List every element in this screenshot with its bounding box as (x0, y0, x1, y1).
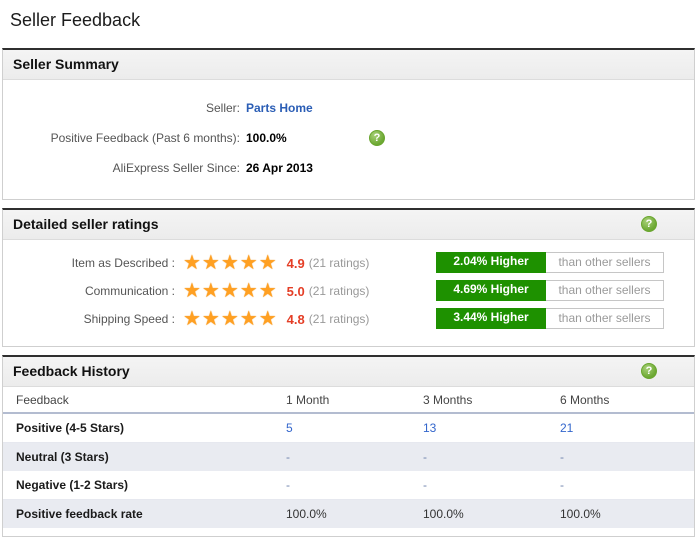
positive-count-1month-link[interactable]: 5 (286, 421, 293, 435)
detailed-ratings-header: Detailed seller ratings ? (3, 210, 694, 240)
badge-suffix: than other sellers (546, 309, 663, 328)
column-header-3-months: 3 Months (410, 387, 547, 414)
seller-summary-section: Seller Summary Seller: Parts Home Positi… (2, 48, 695, 200)
positive-feedback-value: 100.0% (246, 131, 287, 145)
positive-feedback-label: Positive Feedback (Past 6 months): (50, 131, 240, 145)
seller-feedback-page: Seller Feedback Seller Summary Seller: P… (0, 0, 698, 537)
neutral-count-1month: - (286, 450, 290, 464)
feedback-history-section: Feedback History ? Feedback 1 Month 3 Mo… (2, 355, 695, 537)
feedback-history-table: Feedback 1 Month 3 Months 6 Months Posit… (3, 387, 694, 528)
seller-summary-title: Seller Summary (13, 56, 119, 72)
column-header-feedback: Feedback (3, 387, 273, 414)
table-row-positive-rate: Positive feedback rate 100.0% 100.0% 100… (3, 499, 694, 528)
help-icon[interactable]: ? (369, 130, 385, 146)
summary-row-seller-since: AliExpress Seller Since: 26 Apr 2013 (3, 153, 694, 183)
rating-count: (21 ratings) (308, 312, 370, 326)
positive-rate-1month: 100.0% (286, 507, 327, 521)
positive-rate-3months: 100.0% (423, 507, 464, 521)
positive-count-3months-link[interactable]: 13 (423, 421, 436, 435)
positive-rate-6months: 100.0% (560, 507, 601, 521)
comparison-badge: 3.44% Higher than other sellers (436, 308, 664, 329)
star-rating-icon: ★★★★★ (183, 252, 278, 274)
seller-summary-header: Seller Summary (3, 50, 694, 80)
badge-percent-higher: 4.69% Higher (436, 280, 546, 301)
detailed-ratings-body: Item as Described : ★★★★★ 4.9 (21 rating… (3, 240, 694, 346)
row-label: Positive (4-5 Stars) (3, 413, 273, 443)
star-rating-icon: ★★★★★ (183, 308, 278, 330)
column-header-6-months: 6 Months (547, 387, 694, 414)
detailed-ratings-section: Detailed seller ratings ? Item as Descri… (2, 208, 695, 347)
star-rating-icon: ★★★★★ (183, 280, 278, 302)
summary-row-positive-feedback: Positive Feedback (Past 6 months): 100.0… (3, 123, 694, 153)
badge-suffix: than other sellers (546, 281, 663, 300)
rating-score: 4.9 (286, 255, 305, 271)
neutral-count-3months: - (423, 450, 427, 464)
row-label: Positive feedback rate (3, 499, 273, 528)
negative-count-1month: - (286, 478, 290, 492)
seller-name-link[interactable]: Parts Home (246, 101, 313, 115)
table-row-negative: Negative (1-2 Stars) - - - (3, 471, 694, 500)
comparison-badge: 4.69% Higher than other sellers (436, 280, 664, 301)
column-header-1-month: 1 Month (273, 387, 410, 414)
negative-count-3months: - (423, 478, 427, 492)
seller-label: Seller: (205, 101, 240, 115)
rating-row-communication: Communication : ★★★★★ 5.0 (21 ratings) 4… (3, 277, 694, 305)
badge-percent-higher: 2.04% Higher (436, 252, 546, 273)
table-row-positive: Positive (4-5 Stars) 5 13 21 (3, 413, 694, 443)
rating-row-item-as-described: Item as Described : ★★★★★ 4.9 (21 rating… (3, 249, 694, 277)
feedback-history-body: Feedback 1 Month 3 Months 6 Months Posit… (3, 387, 694, 536)
badge-suffix: than other sellers (546, 253, 663, 272)
row-label: Negative (1-2 Stars) (3, 471, 273, 500)
table-row-neutral: Neutral (3 Stars) - - - (3, 442, 694, 471)
seller-summary-body: Seller: Parts Home Positive Feedback (Pa… (3, 80, 694, 199)
rating-label: Shipping Speed : (83, 312, 175, 326)
rating-count: (21 ratings) (308, 256, 370, 270)
neutral-count-6months: - (560, 450, 564, 464)
help-icon[interactable]: ? (641, 216, 657, 232)
feedback-history-header: Feedback History ? (3, 357, 694, 387)
feedback-history-title: Feedback History (13, 363, 130, 379)
rating-label: Item as Described : (71, 256, 175, 270)
row-label: Neutral (3 Stars) (3, 442, 273, 471)
rating-score: 4.8 (286, 311, 305, 327)
positive-count-6months-link[interactable]: 21 (560, 421, 573, 435)
table-header-row: Feedback 1 Month 3 Months 6 Months (3, 387, 694, 414)
badge-percent-higher: 3.44% Higher (436, 308, 546, 329)
page-title: Seller Feedback (10, 10, 141, 30)
detailed-ratings-title: Detailed seller ratings (13, 216, 159, 232)
comparison-badge: 2.04% Higher than other sellers (436, 252, 664, 273)
negative-count-6months: - (560, 478, 564, 492)
summary-row-seller: Seller: Parts Home (3, 93, 694, 123)
rating-score: 5.0 (286, 283, 305, 299)
rating-count: (21 ratings) (308, 284, 370, 298)
help-icon[interactable]: ? (641, 363, 657, 379)
rating-label: Communication : (84, 284, 175, 298)
seller-since-label: AliExpress Seller Since: (112, 161, 240, 175)
rating-row-shipping-speed: Shipping Speed : ★★★★★ 4.8 (21 ratings) … (3, 305, 694, 333)
seller-since-value: 26 Apr 2013 (246, 161, 313, 175)
